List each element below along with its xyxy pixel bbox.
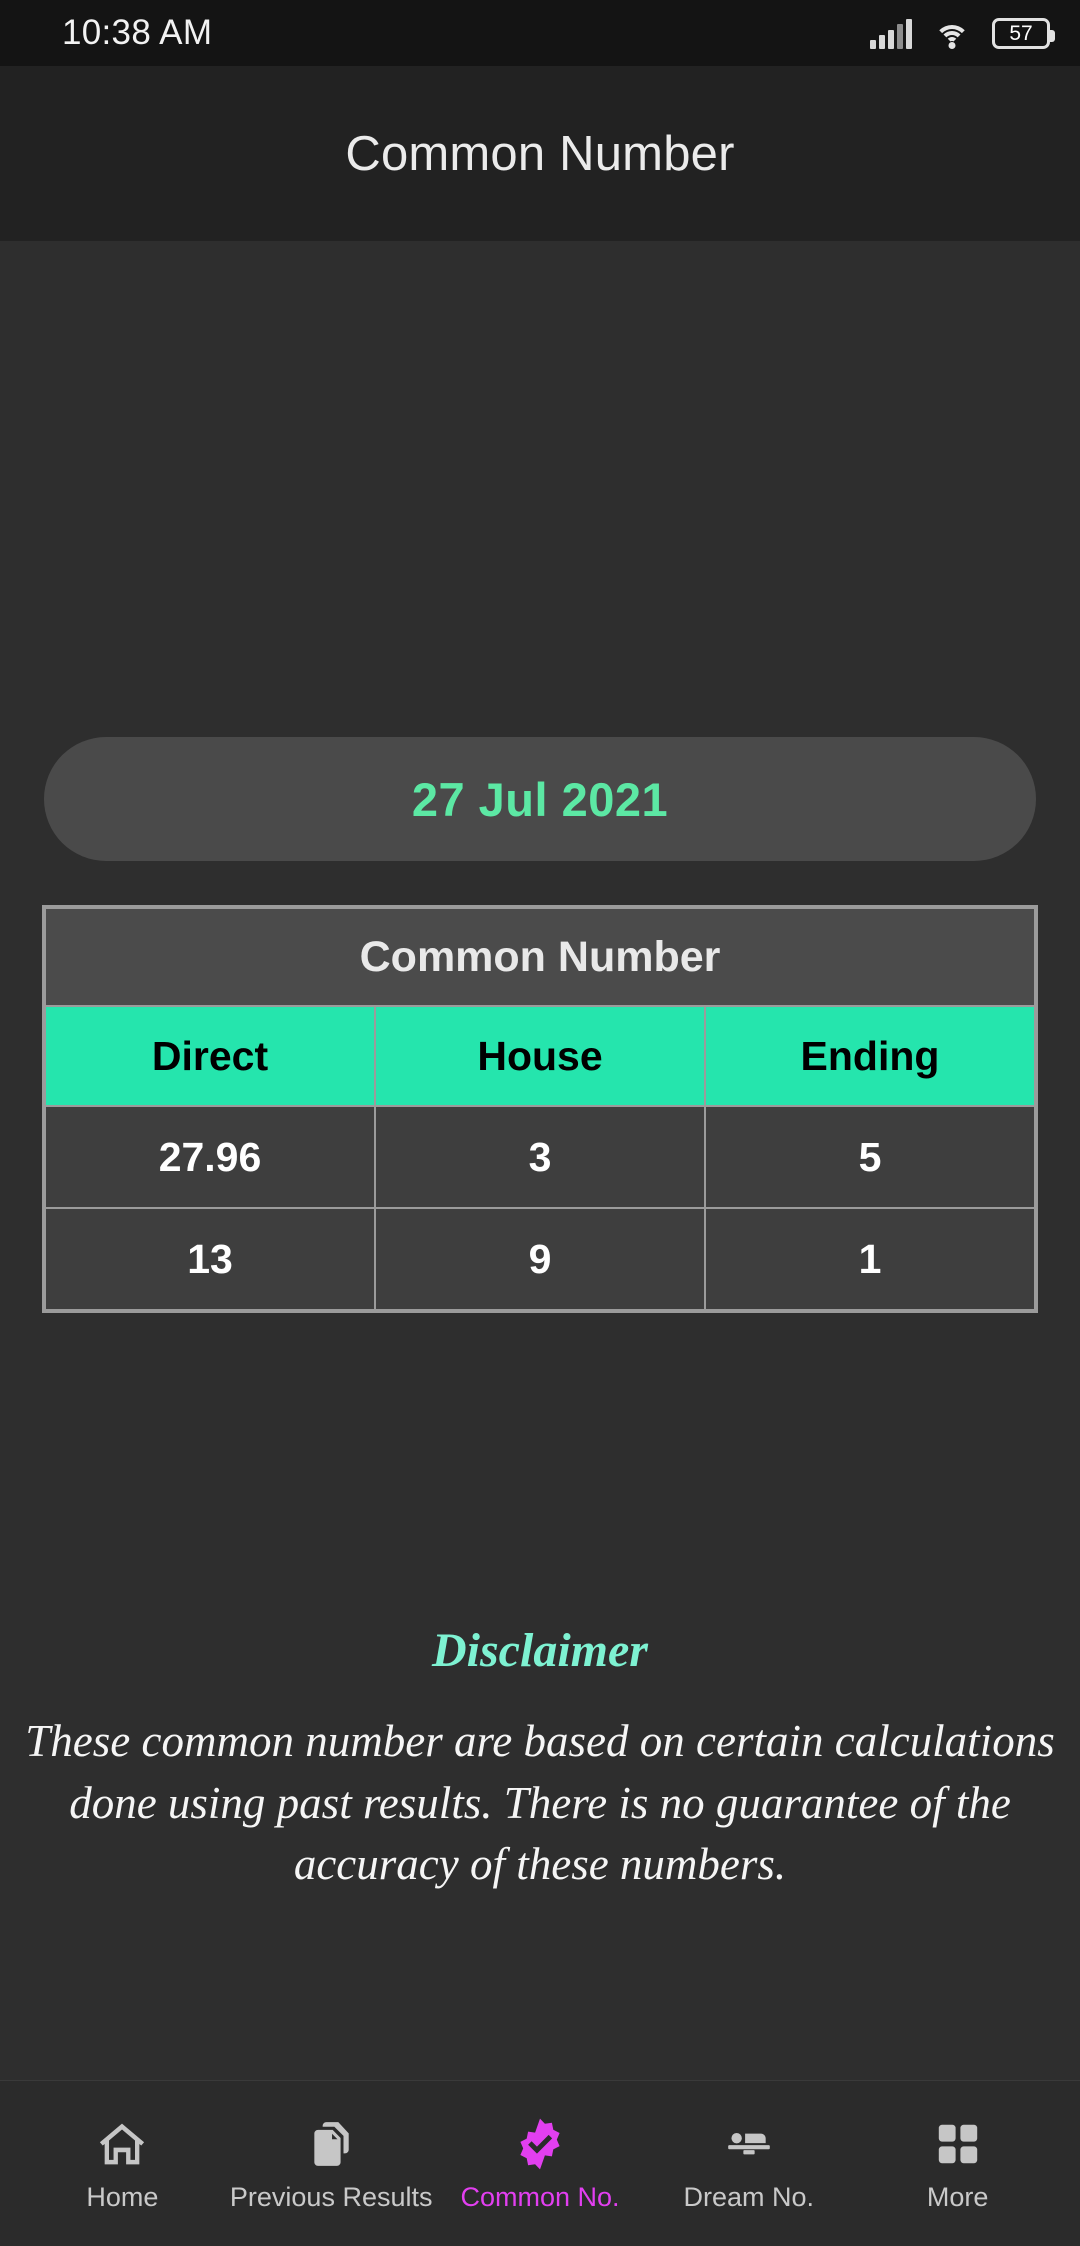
cell-ending-1: 5: [704, 1105, 1036, 1209]
cell-direct-2: 13: [44, 1207, 376, 1311]
status-bar-clock: 10:38 AM: [62, 13, 213, 52]
nav-item-previous-results[interactable]: Previous Results: [227, 2103, 436, 2213]
common-number-table: Common Number Direct House Ending 27.96 …: [42, 905, 1038, 1313]
cell-direct-1: 27.96: [44, 1105, 376, 1209]
main-content: 27 Jul 2021 Common Number Direct House E…: [0, 241, 1080, 2080]
wifi-icon: [934, 19, 970, 49]
app-bar: Common Number: [0, 66, 1080, 241]
bed-icon: [720, 2115, 778, 2173]
table-title-row: Common Number: [44, 907, 1036, 1007]
nav-label-more: More: [926, 2181, 989, 2212]
cell-ending-2: 1: [704, 1207, 1036, 1311]
nav-label-dream-no: Dream No.: [683, 2181, 815, 2212]
page-title: Common Number: [345, 126, 735, 181]
disclaimer-title: Disclaimer: [432, 1624, 648, 1677]
bottom-navigation-bar: Home Previous Results Common No. Dream N…: [0, 2080, 1080, 2246]
battery-level-label: 57: [1009, 21, 1033, 45]
table-title: Common Number: [44, 907, 1036, 1007]
nav-label-previous-results: Previous Results: [229, 2181, 433, 2212]
cell-house-1: 3: [374, 1105, 706, 1209]
table-row: 13 9 1: [44, 1207, 1036, 1311]
date-selector-value: 27 Jul 2021: [411, 772, 669, 826]
verified-badge-icon: [511, 2115, 569, 2173]
nav-item-dream-no[interactable]: Dream No.: [644, 2103, 853, 2213]
column-header-ending: Ending: [704, 1005, 1036, 1107]
nav-label-common-no: Common No.: [460, 2181, 620, 2212]
home-icon: [93, 2115, 151, 2173]
app-screen: 10:38 AM 57 Common Number 27 Jul 2021 Co…: [0, 0, 1080, 2246]
date-selector[interactable]: 27 Jul 2021: [44, 737, 1036, 861]
documents-icon: [302, 2115, 360, 2173]
nav-item-home[interactable]: Home: [18, 2103, 227, 2213]
grid-icon: [929, 2115, 987, 2173]
status-bar: 10:38 AM 57: [0, 0, 1080, 66]
column-header-direct: Direct: [44, 1005, 376, 1107]
column-header-house: House: [374, 1005, 706, 1107]
table-header-row: Direct House Ending: [44, 1005, 1036, 1107]
nav-item-common-no[interactable]: Common No.: [436, 2103, 645, 2213]
status-bar-icons: 57: [870, 17, 1055, 49]
disclaimer-body: These common number are based on certain…: [25, 1716, 1055, 1890]
battery-icon: 57: [992, 17, 1055, 49]
cellular-signal-icon: [870, 18, 912, 49]
nav-item-more[interactable]: More: [853, 2103, 1062, 2213]
cell-house-2: 9: [374, 1207, 706, 1311]
table-row: 27.96 3 5: [44, 1105, 1036, 1209]
nav-label-home: Home: [86, 2181, 159, 2212]
